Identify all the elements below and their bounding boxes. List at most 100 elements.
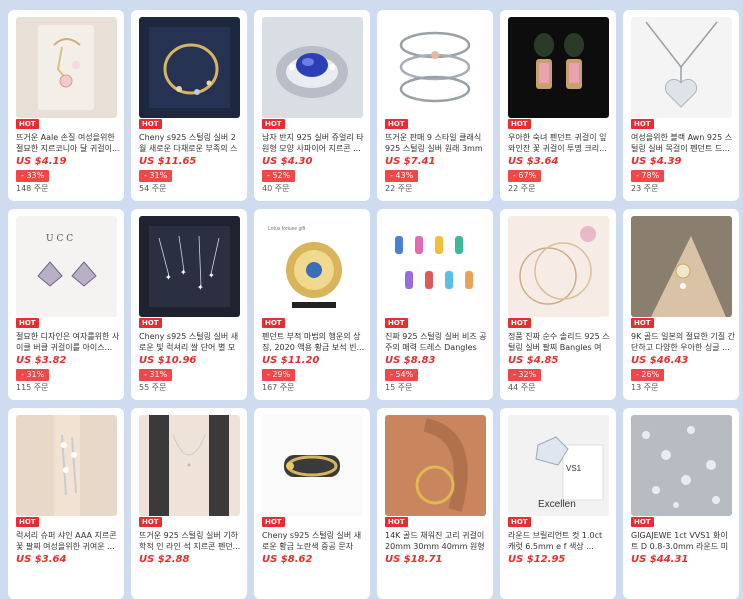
order-count: 23 주문 xyxy=(631,184,659,193)
product-title[interactable]: 진짜 925 스털링 실버 비즈 공주의 매력 드레스 Dangles 맞... xyxy=(385,331,489,353)
product-card[interactable]: HOT 정품 진짜 순수 솔리드 925 스털링 실버 팔찌 Bangles 여성… xyxy=(500,209,616,400)
hot-badge: HOT xyxy=(139,517,162,527)
heart-necklace-photo[interactable] xyxy=(631,17,732,118)
product-card[interactable]: Lotus fortune gift HOT 펜던트 부적 마법의 행운의 상징, … xyxy=(254,209,370,400)
product-card[interactable]: HOT 우아한 숙녀 펜던트 귀걸이 잎 와인잔 꽃 귀걸이 투명 크리... US… xyxy=(500,10,616,201)
svg-text:✦: ✦ xyxy=(165,273,172,282)
order-count: 54 주문 xyxy=(139,184,167,193)
product-price: US $46.43 xyxy=(631,355,689,366)
hot-badge: HOT xyxy=(139,119,162,129)
product-price: US $3.64 xyxy=(16,554,67,565)
hoop-earring-photo[interactable] xyxy=(385,415,486,516)
gem-pile-photo[interactable] xyxy=(631,415,732,516)
svg-text:✦: ✦ xyxy=(208,271,215,280)
product-title[interactable]: 뜨거운 Aale 손질 여성을위한 절묘한 지르코니아 달 귀걸이... xyxy=(16,132,120,154)
order-count: 55 주문 xyxy=(139,383,167,392)
discount-badge: - 31% xyxy=(139,170,173,182)
product-card[interactable]: HOT 9K 골드 일본의 절묘한 기질 간단하고 다양한 우아한 싱글 ... U… xyxy=(623,209,739,400)
bangle-photo[interactable] xyxy=(508,216,609,317)
product-price: US $3.64 xyxy=(508,156,559,167)
earring-photo[interactable] xyxy=(16,17,117,118)
discount-badge: - 33% xyxy=(16,170,50,182)
product-card[interactable]: HOT 뜨거운 판매 9 스타일 클래식 925 스털링 실버 원래 3mm ..… xyxy=(377,10,493,201)
sapphire-ring-photo[interactable] xyxy=(262,17,363,118)
product-title[interactable]: 14K 골드 채워진 고리 귀걸이 20mm 30mm 40mm 원형 ... xyxy=(385,530,489,552)
product-card[interactable]: HOT Cheny s925 스털링 실버 2 월 새로운 다채로운 부족의 스타… xyxy=(131,10,247,201)
product-card[interactable]: HOT 진짜 925 스털링 실버 비즈 공주의 매력 드레스 Dangles 맞… xyxy=(377,209,493,400)
product-price: US $4.39 xyxy=(631,156,682,167)
product-price: US $8.83 xyxy=(385,355,436,366)
product-title[interactable]: 우아한 숙녀 펜던트 귀걸이 잎 와인잔 꽃 귀걸이 투명 크리... xyxy=(508,132,612,154)
product-price: US $4.19 xyxy=(16,156,67,167)
hot-badge: HOT xyxy=(16,517,39,527)
chain-earring-photo[interactable] xyxy=(16,415,117,516)
product-price: US $7.41 xyxy=(385,156,436,167)
hot-badge: HOT xyxy=(631,119,654,129)
product-card[interactable]: ✦ ✦ ✦ ✦ HOT Cheny s925 스털링 실버 새로운 빛 럭셔리 쌀 단어 … xyxy=(131,209,247,400)
product-title[interactable]: 정품 진짜 순수 솔리드 925 스털링 실버 팔찌 Bangles 여성... xyxy=(508,331,612,353)
product-title[interactable]: 펜던트 부적 마법의 행운의 상징, 2020 액용 황금 보석 빈... xyxy=(262,331,366,353)
discount-badge: - 32% xyxy=(508,369,542,381)
hot-badge: HOT xyxy=(16,318,39,328)
product-title[interactable]: 럭셔리 슈퍼 샤인 AAA 지르콘 꽃 팔찌 여성을위한 귀여운 ... xyxy=(16,530,120,552)
stud-earring-photo[interactable]: U C C xyxy=(16,216,117,317)
product-title[interactable]: 뜨거운 925 스털링 실버 기하학적 인 라인 석 지르콘 펜던... xyxy=(139,530,243,552)
product-price: US $11.20 xyxy=(262,355,320,366)
product-card[interactable]: HOT 남자 반지 925 실버 쥬얼리 타원형 모양 사파이어 지르콘 ... U… xyxy=(254,10,370,201)
product-card[interactable]: HOT 14K 골드 채워진 고리 귀걸이 20mm 30mm 40mm 원형 .… xyxy=(377,408,493,599)
product-title[interactable]: 여성을위한 블랙 Awn 925 스털링 실버 목걸이 펜던트 드... xyxy=(631,132,735,154)
discount-badge: - 26% xyxy=(631,369,665,381)
product-title[interactable]: Cheny s925 스털링 실버 새로운 빛 럭셔리 쌀 단어 별 모양... xyxy=(139,331,243,353)
product-grid: HOT 뜨거운 Aale 손질 여성을위한 절묘한 지르코니아 달 귀걸이... U… xyxy=(8,10,739,599)
product-title[interactable]: 9K 골드 일본의 절묘한 기질 간단하고 다양한 우아한 싱글 ... xyxy=(631,331,735,353)
star-necklace-photo[interactable]: ✦ ✦ ✦ ✦ xyxy=(139,216,240,317)
svg-text:U C C: U C C xyxy=(46,234,73,244)
product-title[interactable]: 절묘한 디자인은 여자를위한 사이클 버클 귀걸이를 아이스... xyxy=(16,331,120,353)
product-card[interactable]: HOT Cheny s925 스털링 실버 새로운 황금 노란색 중공 문자 오.… xyxy=(254,408,370,599)
product-price: US $4.85 xyxy=(508,355,559,366)
product-card[interactable]: HOT 뜨거운 925 스털링 실버 기하학적 인 라인 석 지르콘 펜던... U… xyxy=(131,408,247,599)
product-title[interactable]: GIGAJEWE 1ct VVS1 화이트 D 0.8-3.0mm 라운드 미니… xyxy=(631,530,735,552)
drop-earring-photo[interactable] xyxy=(508,17,609,118)
hot-badge: HOT xyxy=(262,119,285,129)
bracelet-photo[interactable] xyxy=(385,17,486,118)
order-count: 40 주문 xyxy=(262,184,290,193)
product-title[interactable]: 뜨거운 판매 9 스타일 클래식 925 스털링 실버 원래 3mm ... xyxy=(385,132,489,154)
discount-badge: - 29% xyxy=(262,369,296,381)
product-price: US $4.30 xyxy=(262,156,313,167)
product-card[interactable]: HOT GIGAJEWE 1ct VVS1 화이트 D 0.8-3.0mm 라운드… xyxy=(623,408,739,599)
product-card[interactable]: VS1 Excellen HOT 라운드 브릴리언트 컷 1.0ct 캐럿 6.5mm… xyxy=(500,408,616,599)
hot-badge: HOT xyxy=(508,119,531,129)
product-card[interactable]: HOT 럭셔리 슈퍼 샤인 AAA 지르콘 꽃 팔찌 여성을위한 귀여운 ... U… xyxy=(8,408,124,599)
pendant-photo[interactable]: Lotus fortune gift xyxy=(262,216,363,317)
product-price: US $44.31 xyxy=(631,554,689,565)
diamond-photo[interactable]: VS1 Excellen xyxy=(508,415,609,516)
order-count: 22 주문 xyxy=(508,184,536,193)
order-count: 167 주문 xyxy=(262,383,295,392)
product-card[interactable]: HOT 뜨거운 Aale 손질 여성을위한 절묘한 지르코니아 달 귀걸이... U… xyxy=(8,10,124,201)
hot-badge: HOT xyxy=(385,517,408,527)
gold-earring-photo[interactable] xyxy=(631,216,732,317)
ring-photo[interactable] xyxy=(139,17,240,118)
discount-badge: - 31% xyxy=(139,369,173,381)
discount-badge: - 67% xyxy=(508,170,542,182)
product-price: US $11.65 xyxy=(139,156,197,167)
stone-ring-photo[interactable] xyxy=(262,415,363,516)
product-card[interactable]: HOT 여성을위한 블랙 Awn 925 스털링 실버 목걸이 펜던트 드... U… xyxy=(623,10,739,201)
svg-text:Lotus fortune gift: Lotus fortune gift xyxy=(268,226,306,232)
charms-photo[interactable] xyxy=(385,216,486,317)
order-count: 15 주문 xyxy=(385,383,413,392)
product-card[interactable]: U C C HOT 절묘한 디자인은 여자를위한 사이클 버클 귀걸이를 아이스..… xyxy=(8,209,124,400)
svg-text:✦: ✦ xyxy=(197,283,204,292)
product-title[interactable]: Cheny s925 스털링 실버 2 월 새로운 다채로운 부족의 스타... xyxy=(139,132,243,154)
product-title[interactable]: Cheny s925 스털링 실버 새로운 황금 노란색 중공 문자 오... xyxy=(262,530,366,552)
hot-badge: HOT xyxy=(385,318,408,328)
fine-necklace-photo[interactable] xyxy=(139,415,240,516)
order-count: 22 주문 xyxy=(385,184,413,193)
product-price: US $3.82 xyxy=(16,355,67,366)
product-title[interactable]: 남자 반지 925 실버 쥬얼리 타원형 모양 사파이어 지르콘 ... xyxy=(262,132,366,154)
product-title[interactable]: 라운드 브릴리언트 컷 1.0ct 캐럿 6.5mm e f 색상 ... xyxy=(508,530,612,552)
order-count: 44 주문 xyxy=(508,383,536,392)
hot-badge: HOT xyxy=(631,318,654,328)
product-price: US $8.62 xyxy=(262,554,313,565)
